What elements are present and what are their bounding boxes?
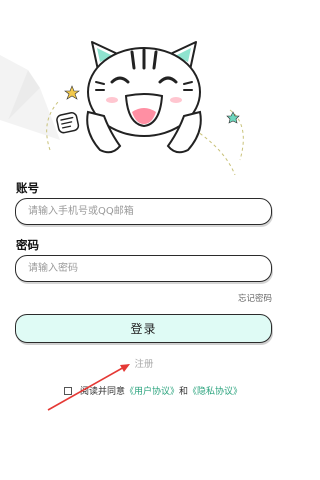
- agreement-prefix: 阅读并同意: [80, 387, 126, 397]
- login-button[interactable]: 登录: [15, 314, 272, 343]
- privacy-policy-link[interactable]: 《隐私协议》: [188, 384, 242, 397]
- user-agreement-link[interactable]: 《用户协议》: [125, 384, 179, 397]
- agreement-checkbox[interactable]: [64, 386, 72, 395]
- cat-mascot-illustration: [46, 41, 244, 175]
- register-link[interactable]: 注册: [0, 356, 288, 370]
- password-input[interactable]: [16, 256, 271, 281]
- account-input[interactable]: [16, 199, 271, 224]
- password-label: 密码: [16, 238, 39, 252]
- agreement-and: 和: [179, 387, 189, 397]
- agreement-row: 阅读并同意 《用户协议》 和 《隐私协议》: [64, 384, 242, 397]
- account-field[interactable]: [15, 198, 272, 225]
- forgot-password-link[interactable]: 忘记密码: [238, 292, 272, 304]
- account-label: 账号: [16, 181, 39, 195]
- password-field[interactable]: [15, 255, 272, 282]
